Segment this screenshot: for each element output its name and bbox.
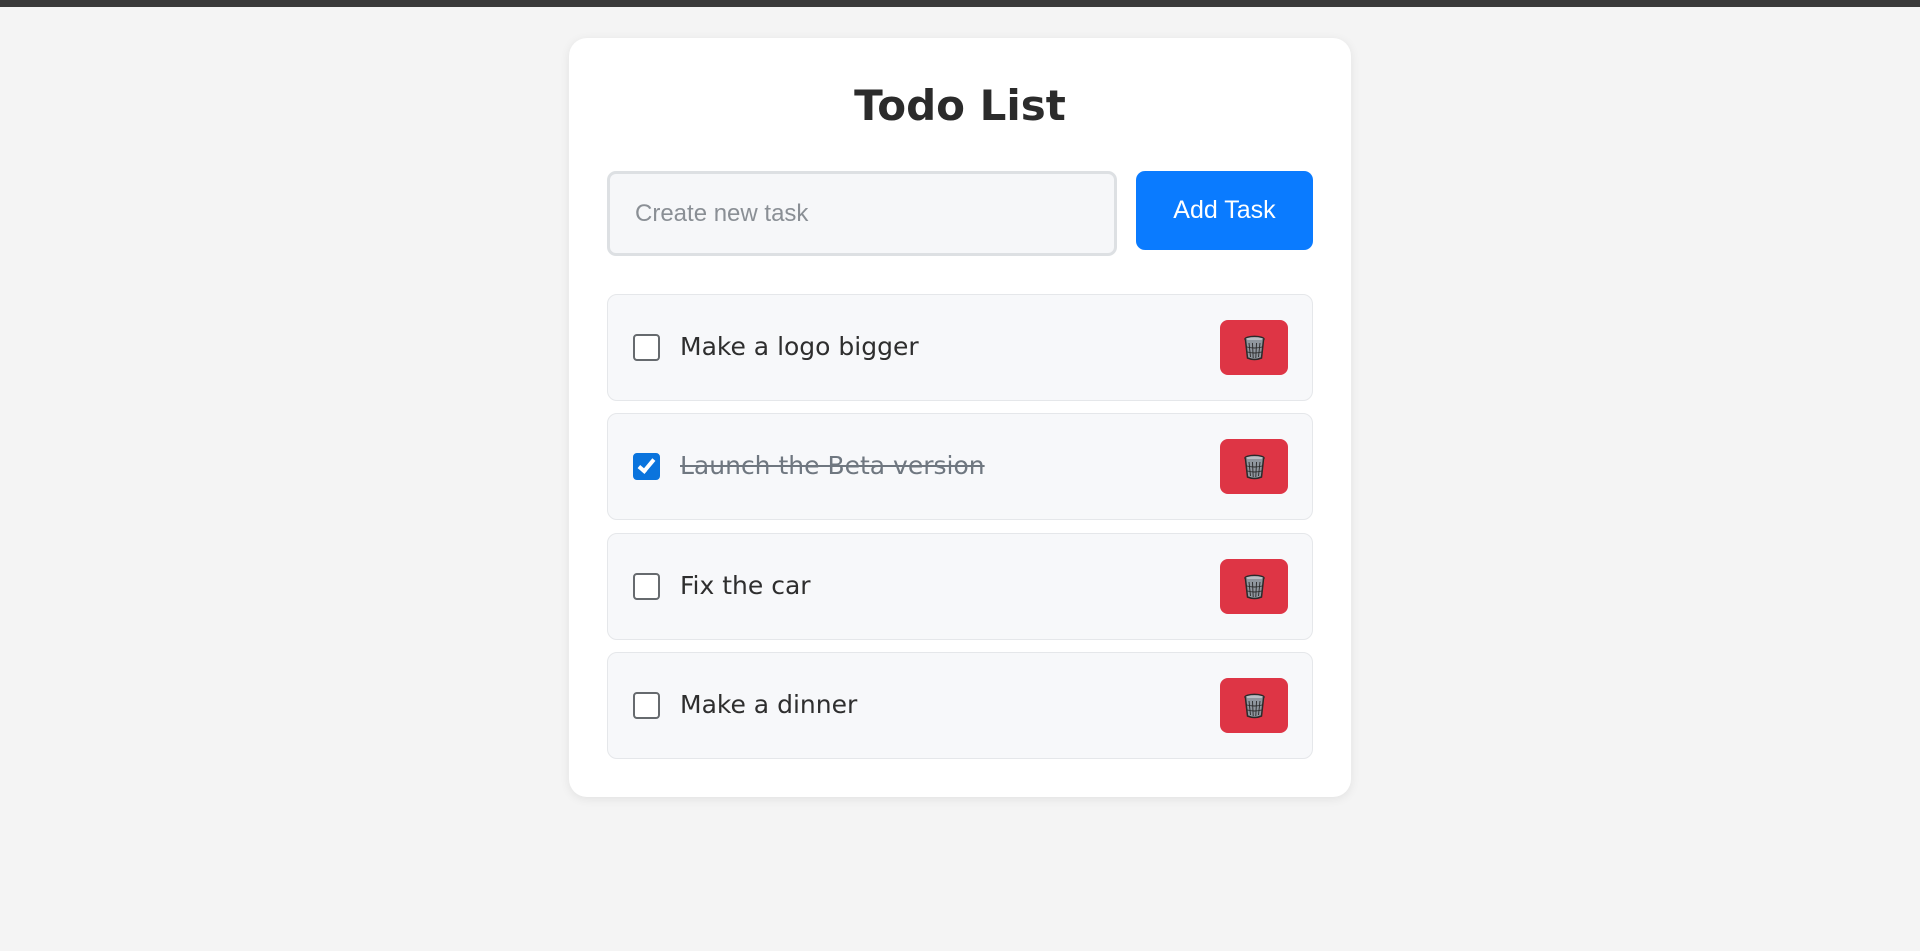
task-checkbox[interactable] <box>633 334 660 361</box>
trash-icon <box>1244 693 1265 719</box>
browser-top-bar <box>0 0 1920 7</box>
task-item: Fix the car <box>607 533 1313 640</box>
page-title: Todo List <box>854 81 1066 130</box>
delete-task-button[interactable] <box>1220 678 1288 733</box>
task-item: Make a dinner <box>607 652 1313 759</box>
task-checkbox[interactable] <box>633 573 660 600</box>
task-item: Make a logo bigger <box>607 294 1313 401</box>
delete-task-button[interactable] <box>1220 439 1288 494</box>
delete-task-button[interactable] <box>1220 559 1288 614</box>
delete-task-button[interactable] <box>1220 320 1288 375</box>
add-task-button[interactable]: Add Task <box>1136 171 1313 250</box>
task-label: Make a logo bigger <box>680 332 919 361</box>
checkmark-icon <box>637 455 656 474</box>
task-label: Make a dinner <box>680 690 858 719</box>
task-item: Launch the Beta version <box>607 413 1313 520</box>
task-checkbox-checked[interactable] <box>633 453 660 480</box>
trash-icon <box>1244 335 1265 361</box>
task-checkbox[interactable] <box>633 692 660 719</box>
task-label: Fix the car <box>680 571 811 600</box>
trash-icon <box>1244 454 1265 480</box>
task-label: Launch the Beta version <box>680 451 985 480</box>
new-task-input[interactable] <box>607 171 1117 256</box>
trash-icon <box>1244 574 1265 600</box>
